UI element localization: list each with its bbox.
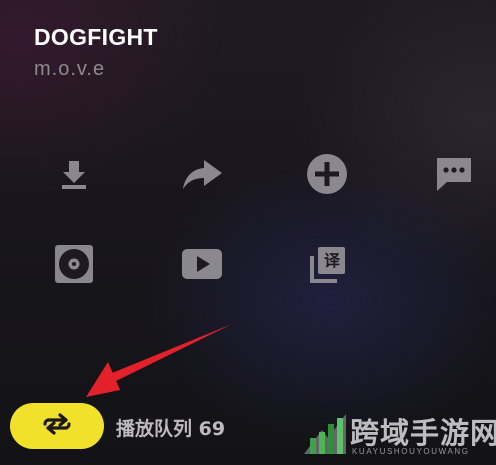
translate-glyph: 译 [323,251,340,270]
share-button[interactable] [174,146,230,202]
music-video-button[interactable] [174,236,230,292]
watermark-text: 跨域手游网 [350,416,496,450]
comment-button[interactable] [426,146,482,202]
add-circle-icon [306,153,348,195]
watermark-logo-icon [304,414,346,454]
play-mode-loop-button[interactable] [10,403,104,449]
comment-icon [434,155,474,193]
vinyl-disc-icon [54,244,94,284]
video-play-icon [181,248,223,280]
vinyl-mode-button[interactable] [46,236,102,292]
loop-repeat-icon [39,412,75,440]
song-title: DOGFIGHT [34,24,158,50]
download-icon [57,157,91,191]
add-to-playlist-button[interactable] [299,146,355,202]
share-icon [180,157,224,191]
translate-lyrics-button[interactable]: 译 [299,236,355,292]
translate-lyrics-icon: 译 [307,244,347,284]
artist-name[interactable]: m.o.v.e [34,58,105,81]
watermark-subtext: KUAYUSHOUYOUWANG [352,447,470,456]
play-queue-button[interactable]: 播放队列 69 [116,414,225,441]
site-watermark: 跨域手游网 KUAYUSHOUYOUWANG [302,406,496,462]
download-button[interactable] [46,146,102,202]
